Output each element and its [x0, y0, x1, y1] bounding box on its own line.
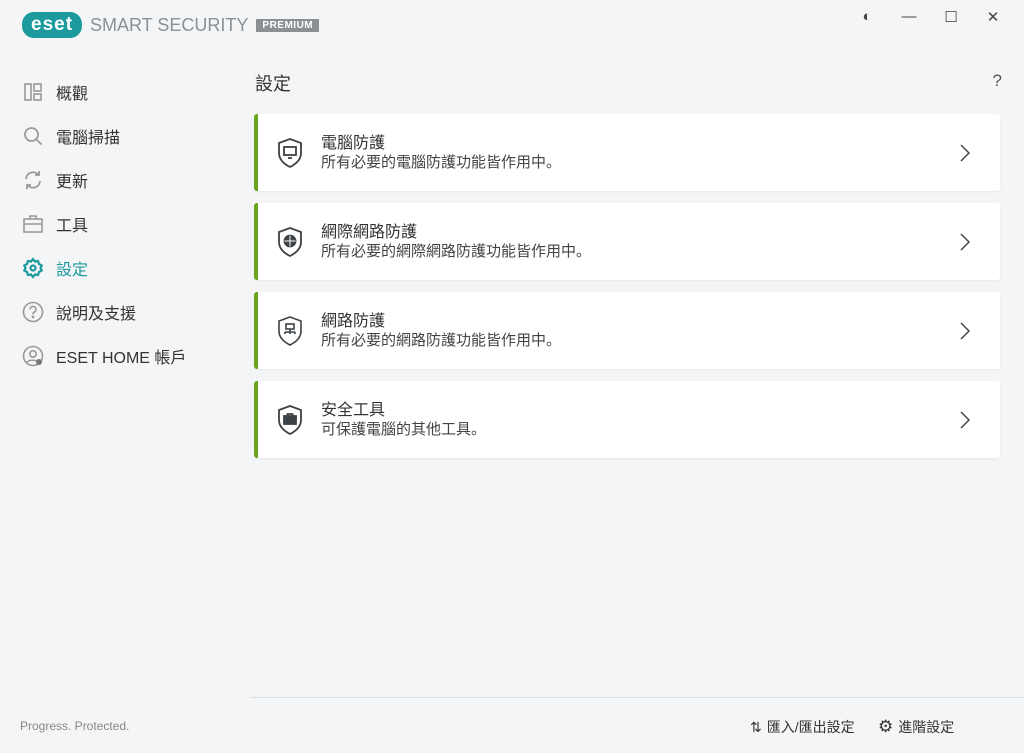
chevron-right-icon — [960, 322, 970, 340]
sidebar-item-label: 工具 — [56, 212, 88, 236]
footer-divider — [250, 697, 1024, 698]
card-title: 電腦防護 — [321, 134, 960, 153]
shield-network-icon — [276, 315, 304, 347]
sidebar-item-scan[interactable]: 電腦掃描 — [22, 114, 186, 158]
sidebar-item-label: ESET HOME 帳戶 — [56, 344, 186, 368]
card-security-tools[interactable]: 安全工具可保護電腦的其他工具。 — [254, 381, 1000, 458]
sidebar-item-label: 說明及支援 — [56, 300, 136, 324]
card-desc: 所有必要的電腦防護功能皆作用中。 — [321, 153, 960, 172]
card-desc: 可保護電腦的其他工具。 — [321, 420, 960, 439]
help-circle-icon — [22, 301, 44, 323]
edition-badge: PREMIUM — [256, 19, 319, 32]
shield-toolbox-icon — [276, 404, 304, 436]
chevron-right-icon — [960, 233, 970, 251]
search-icon — [22, 125, 44, 147]
shield-globe-icon — [276, 226, 304, 258]
sidebar-item-tools[interactable]: 工具 — [22, 202, 186, 246]
import-export-icon: ⇅ — [750, 719, 762, 736]
sidebar: 概觀 電腦掃描 更新 工具 設定 說明及支援 ESET HOME 帳戶 — [22, 70, 186, 378]
toolbox-icon — [22, 213, 44, 235]
advanced-setup-button[interactable]: ⚙進階設定 — [878, 717, 954, 737]
card-title: 網路防護 — [321, 312, 960, 331]
sidebar-item-eset-home[interactable]: ESET HOME 帳戶 — [22, 334, 186, 378]
app-logo: eset SMART SECURITY PREMIUM — [22, 12, 319, 38]
chevron-right-icon — [960, 411, 970, 429]
gear-icon — [22, 257, 44, 279]
sidebar-item-label: 概觀 — [56, 80, 88, 104]
eset-logo: eset — [22, 12, 82, 38]
window-controls: ◐ — ☐ ✕ — [846, 8, 1014, 26]
card-computer-protection[interactable]: 電腦防護所有必要的電腦防護功能皆作用中。 — [254, 114, 1000, 191]
help-button[interactable]: ? — [993, 71, 1002, 91]
advanced-setup-label: 進階設定 — [898, 717, 954, 737]
card-network-protection[interactable]: 網路防護所有必要的網路防護功能皆作用中。 — [254, 292, 1000, 369]
account-icon — [22, 345, 44, 367]
maximize-button[interactable]: ☐ — [930, 8, 972, 26]
gear-icon: ⚙ — [878, 717, 893, 737]
card-desc: 所有必要的網路防護功能皆作用中。 — [321, 331, 960, 350]
refresh-icon — [22, 169, 44, 191]
card-title: 安全工具 — [321, 401, 960, 420]
sidebar-item-label: 設定 — [56, 256, 88, 280]
card-desc: 所有必要的網際網路防護功能皆作用中。 — [321, 242, 960, 261]
close-button[interactable]: ✕ — [972, 8, 1014, 26]
minimize-button[interactable]: — — [888, 8, 930, 26]
sidebar-item-update[interactable]: 更新 — [22, 158, 186, 202]
sidebar-item-overview[interactable]: 概觀 — [22, 70, 186, 114]
dashboard-icon — [22, 81, 44, 103]
import-export-label: 匯入/匯出設定 — [767, 717, 855, 737]
sidebar-item-label: 電腦掃描 — [56, 124, 120, 148]
import-export-button[interactable]: ⇅ 匯入/匯出設定 — [750, 717, 855, 737]
tagline: Progress. Protected. — [20, 719, 129, 733]
product-name: SMART SECURITY — [90, 15, 248, 36]
shield-monitor-icon — [276, 137, 304, 169]
chevron-right-icon — [960, 144, 970, 162]
sidebar-item-setup[interactable]: 設定 — [22, 246, 186, 290]
sidebar-item-label: 更新 — [56, 168, 88, 192]
sidebar-item-help[interactable]: 說明及支援 — [22, 290, 186, 334]
card-title: 網際網路防護 — [321, 223, 960, 242]
contrast-icon[interactable]: ◐ — [846, 8, 888, 26]
card-internet-protection[interactable]: 網際網路防護所有必要的網際網路防護功能皆作用中。 — [254, 203, 1000, 280]
page-title: 設定 — [255, 70, 291, 96]
